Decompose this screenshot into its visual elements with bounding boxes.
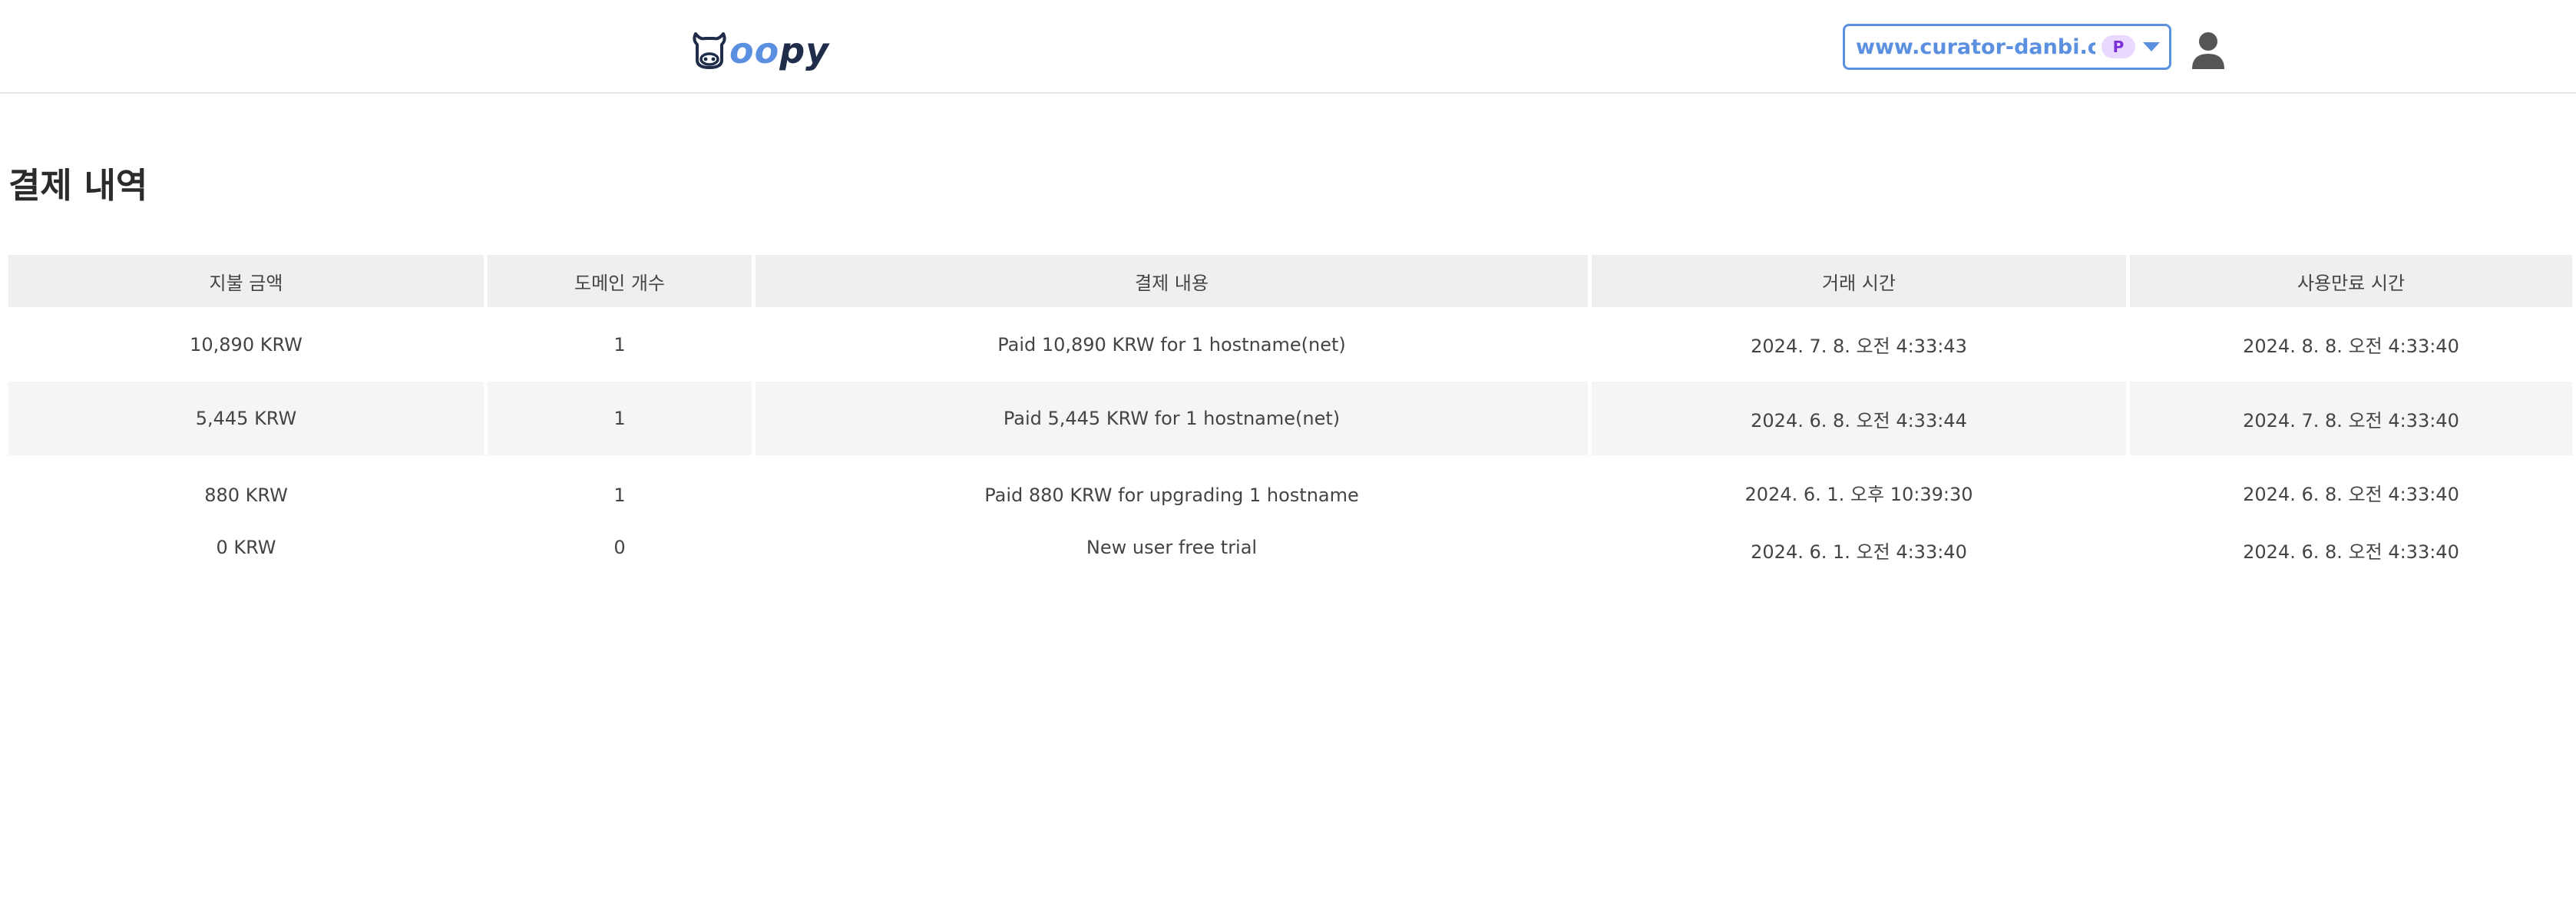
cell-domain-count: 1 <box>488 455 756 529</box>
cell-amount: 880 KRW <box>8 455 488 529</box>
cell-description: New user free trial <box>756 529 1592 584</box>
cell-expiry-time: 2024. 6. 8. 오전 4:33:40 <box>2130 455 2576 529</box>
column-header-expiry-time: 사용만료 시간 <box>2130 255 2576 307</box>
cell-transaction-time: 2024. 6. 8. 오전 4:33:44 <box>1592 382 2130 455</box>
cell-expiry-time: 2024. 7. 8. 오전 4:33:40 <box>2130 382 2576 455</box>
cell-amount: 0 KRW <box>8 529 488 584</box>
table-row: 10,890 KRW 1 Paid 10,890 KRW for 1 hostn… <box>8 307 2576 382</box>
payment-history-table: 지불 금액 도메인 개수 결제 내용 거래 시간 사용만료 시간 10,890 … <box>8 255 2576 584</box>
column-header-amount: 지불 금액 <box>8 255 488 307</box>
column-header-description: 결제 내용 <box>756 255 1592 307</box>
cow-head-icon <box>691 31 728 71</box>
column-header-transaction-time: 거래 시간 <box>1592 255 2130 307</box>
domain-select[interactable]: www.curator-danbi.c... P <box>1843 24 2171 70</box>
top-header: oopy www.curator-danbi.c... P <box>0 5 2576 94</box>
cell-amount: 10,890 KRW <box>8 307 488 382</box>
cell-domain-count: 1 <box>488 382 756 455</box>
column-header-domain-count: 도메인 개수 <box>488 255 756 307</box>
table-row: 880 KRW 1 Paid 880 KRW for upgrading 1 h… <box>8 455 2576 529</box>
table-header-row: 지불 금액 도메인 개수 결제 내용 거래 시간 사용만료 시간 <box>8 255 2576 307</box>
cell-expiry-time: 2024. 6. 8. 오전 4:33:40 <box>2130 529 2576 584</box>
plan-badge: P <box>2101 35 2135 58</box>
domain-select-value: www.curator-danbi.c... <box>1856 35 2095 59</box>
cell-domain-count: 1 <box>488 307 756 382</box>
cell-transaction-time: 2024. 6. 1. 오전 4:33:40 <box>1592 529 2130 584</box>
cell-description: Paid 5,445 KRW for 1 hostname(net) <box>756 382 1592 455</box>
cell-description: Paid 10,890 KRW for 1 hostname(net) <box>756 307 1592 382</box>
caret-down-icon <box>2143 42 2160 51</box>
cell-domain-count: 0 <box>488 529 756 584</box>
cell-amount: 5,445 KRW <box>8 382 488 455</box>
user-icon[interactable] <box>2191 31 2226 71</box>
table-row: 5,445 KRW 1 Paid 5,445 KRW for 1 hostnam… <box>8 382 2576 455</box>
table-row: 0 KRW 0 New user free trial 2024. 6. 1. … <box>8 529 2576 584</box>
brand-name: oopy <box>729 30 830 71</box>
cell-expiry-time: 2024. 8. 8. 오전 4:33:40 <box>2130 307 2576 382</box>
cell-description: Paid 880 KRW for upgrading 1 hostname <box>756 455 1592 529</box>
page-title: 결제 내역 <box>8 165 148 206</box>
cell-transaction-time: 2024. 7. 8. 오전 4:33:43 <box>1592 307 2130 382</box>
logo[interactable]: oopy <box>691 28 829 74</box>
cell-transaction-time: 2024. 6. 1. 오후 10:39:30 <box>1592 455 2130 529</box>
